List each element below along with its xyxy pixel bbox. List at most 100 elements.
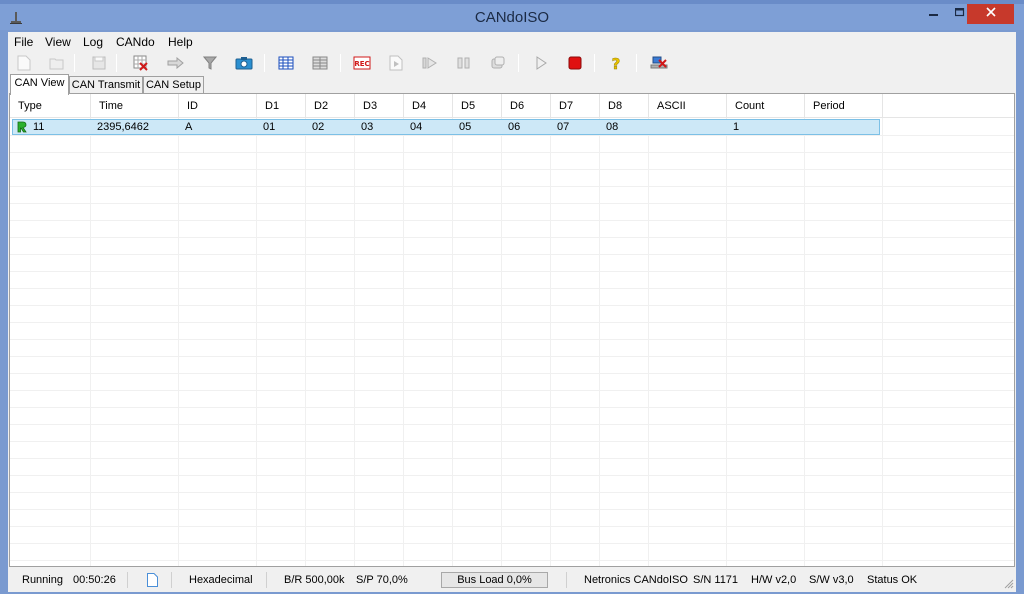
column-header-count[interactable]: Count [727, 94, 805, 118]
cell-d6: 06 [508, 121, 521, 133]
filter-button[interactable] [199, 53, 221, 73]
status-sw-version: S/W v3,0 [809, 574, 854, 586]
cell-period [805, 120, 811, 134]
cell-d1: 01 [263, 121, 276, 133]
menu-view[interactable]: View [45, 35, 71, 49]
step-button[interactable] [419, 53, 441, 73]
list-view-button[interactable] [309, 53, 331, 73]
cell-d5: 05 [459, 121, 472, 133]
play-file-icon [389, 55, 403, 71]
minimize-icon [929, 14, 938, 16]
snapshot-button[interactable] [233, 53, 255, 73]
camera-icon [235, 57, 253, 70]
tab-can-transmit[interactable]: CAN Transmit [69, 76, 143, 94]
status-sample-point: S/P 70,0% [356, 574, 408, 586]
maximize-icon [954, 7, 965, 17]
cell-ascii [649, 120, 655, 134]
play-file-button[interactable] [385, 53, 407, 73]
app-window: CANdoISO File View Log CANdo Help REC ? … [0, 0, 1024, 594]
stop-icon [568, 56, 582, 70]
step-icon [422, 57, 437, 69]
log-file-icon [147, 573, 158, 587]
status-state: Running [22, 574, 63, 586]
grid-body: 11 2395,6462 A 01 02 03 04 05 06 07 08 1 [10, 118, 1014, 566]
column-header-d3[interactable]: D3 [355, 94, 404, 118]
column-header-d6[interactable]: D6 [502, 94, 551, 118]
column-header-d1[interactable]: D1 [257, 94, 306, 118]
cell-count: 1 [733, 121, 740, 133]
clear-button[interactable] [130, 53, 152, 73]
menu-cando[interactable]: CANdo [116, 35, 155, 49]
column-header-time[interactable]: Time [91, 94, 179, 118]
status-health: Status OK [867, 574, 918, 586]
received-frame-icon [17, 121, 27, 133]
cell-d2: 02 [312, 121, 325, 133]
status-bar: Running 00:50:26 Hexadecimal B/R 500,00k… [8, 569, 1016, 591]
disconnect-icon [650, 56, 668, 69]
close-button[interactable] [967, 4, 1014, 24]
cell-d3: 03 [361, 121, 374, 133]
cell-d8: 08 [606, 121, 619, 133]
help-icon: ? [611, 55, 621, 71]
column-header-d8[interactable]: D8 [600, 94, 649, 118]
status-device: Netronics CANdoISO [584, 574, 688, 586]
stop-button[interactable] [564, 53, 586, 73]
cell-d4: 04 [410, 121, 423, 133]
minimize-button[interactable] [921, 4, 947, 24]
pause-button[interactable] [453, 53, 475, 73]
column-header-d4[interactable]: D4 [404, 94, 453, 118]
stop-file-button[interactable] [487, 53, 509, 73]
tab-strip: CAN View CAN Transmit CAN Setup [8, 74, 1016, 95]
record-icon: REC [353, 56, 371, 70]
cell-time: 2395,6462 [97, 121, 149, 133]
column-header-period[interactable]: Period [805, 94, 883, 118]
menu-help[interactable]: Help [168, 35, 193, 49]
title-bar[interactable]: CANdoISO [0, 4, 1024, 30]
tab-can-setup[interactable]: CAN Setup [143, 76, 204, 94]
table-row[interactable]: 11 2395,6462 A 01 02 03 04 05 06 07 08 1 [12, 119, 880, 135]
play-icon [536, 56, 547, 70]
column-header-d2[interactable]: D2 [306, 94, 355, 118]
cell-type: 11 [33, 121, 45, 133]
column-header-id[interactable]: ID [179, 94, 257, 118]
list-grid-icon [312, 56, 328, 70]
close-icon [985, 7, 996, 17]
column-header-ascii[interactable]: ASCII [649, 94, 727, 118]
grid-view-button[interactable] [275, 53, 297, 73]
status-baud-rate: B/R 500,00k [284, 574, 345, 586]
status-hw-version: H/W v2,0 [751, 574, 797, 586]
menu-file[interactable]: File [14, 35, 33, 49]
arrow-right-icon [167, 57, 184, 69]
clear-grid-icon [133, 55, 148, 71]
menu-log[interactable]: Log [83, 35, 103, 49]
column-header-d7[interactable]: D7 [551, 94, 600, 118]
filter-icon [203, 56, 217, 70]
save-icon [92, 56, 106, 70]
column-header-type[interactable]: Type [10, 94, 91, 118]
resize-grip-icon[interactable] [1004, 579, 1014, 589]
record-button[interactable]: REC [351, 53, 373, 73]
menu-bar: File View Log CANdo Help [8, 32, 1016, 51]
svg-text:?: ? [612, 55, 621, 71]
forward-button[interactable] [165, 53, 187, 73]
status-format: Hexadecimal [189, 574, 253, 586]
cell-id: A [185, 121, 193, 133]
status-elapsed: 00:50:26 [73, 574, 116, 586]
stop-file-icon [491, 56, 505, 69]
status-serial: S/N 1171 [693, 574, 739, 586]
connect-button[interactable] [648, 53, 670, 73]
can-message-grid: Type Time ID D1 D2 D3 D4 D5 D6 D7 D8 ASC… [9, 93, 1015, 567]
pause-icon [457, 57, 470, 69]
new-button[interactable] [13, 53, 35, 73]
new-file-icon [17, 55, 31, 71]
run-button[interactable] [530, 53, 552, 73]
column-header-d5[interactable]: D5 [453, 94, 502, 118]
tab-can-view[interactable]: CAN View [10, 74, 69, 95]
help-button[interactable]: ? [605, 53, 627, 73]
save-button[interactable] [88, 53, 110, 73]
svg-text:REC: REC [354, 60, 369, 68]
open-button[interactable] [46, 53, 68, 73]
toolbar: REC ? [8, 51, 1016, 74]
window-title: CANdoISO [474, 9, 550, 26]
bus-load-indicator: Bus Load 0,0% [441, 572, 548, 588]
